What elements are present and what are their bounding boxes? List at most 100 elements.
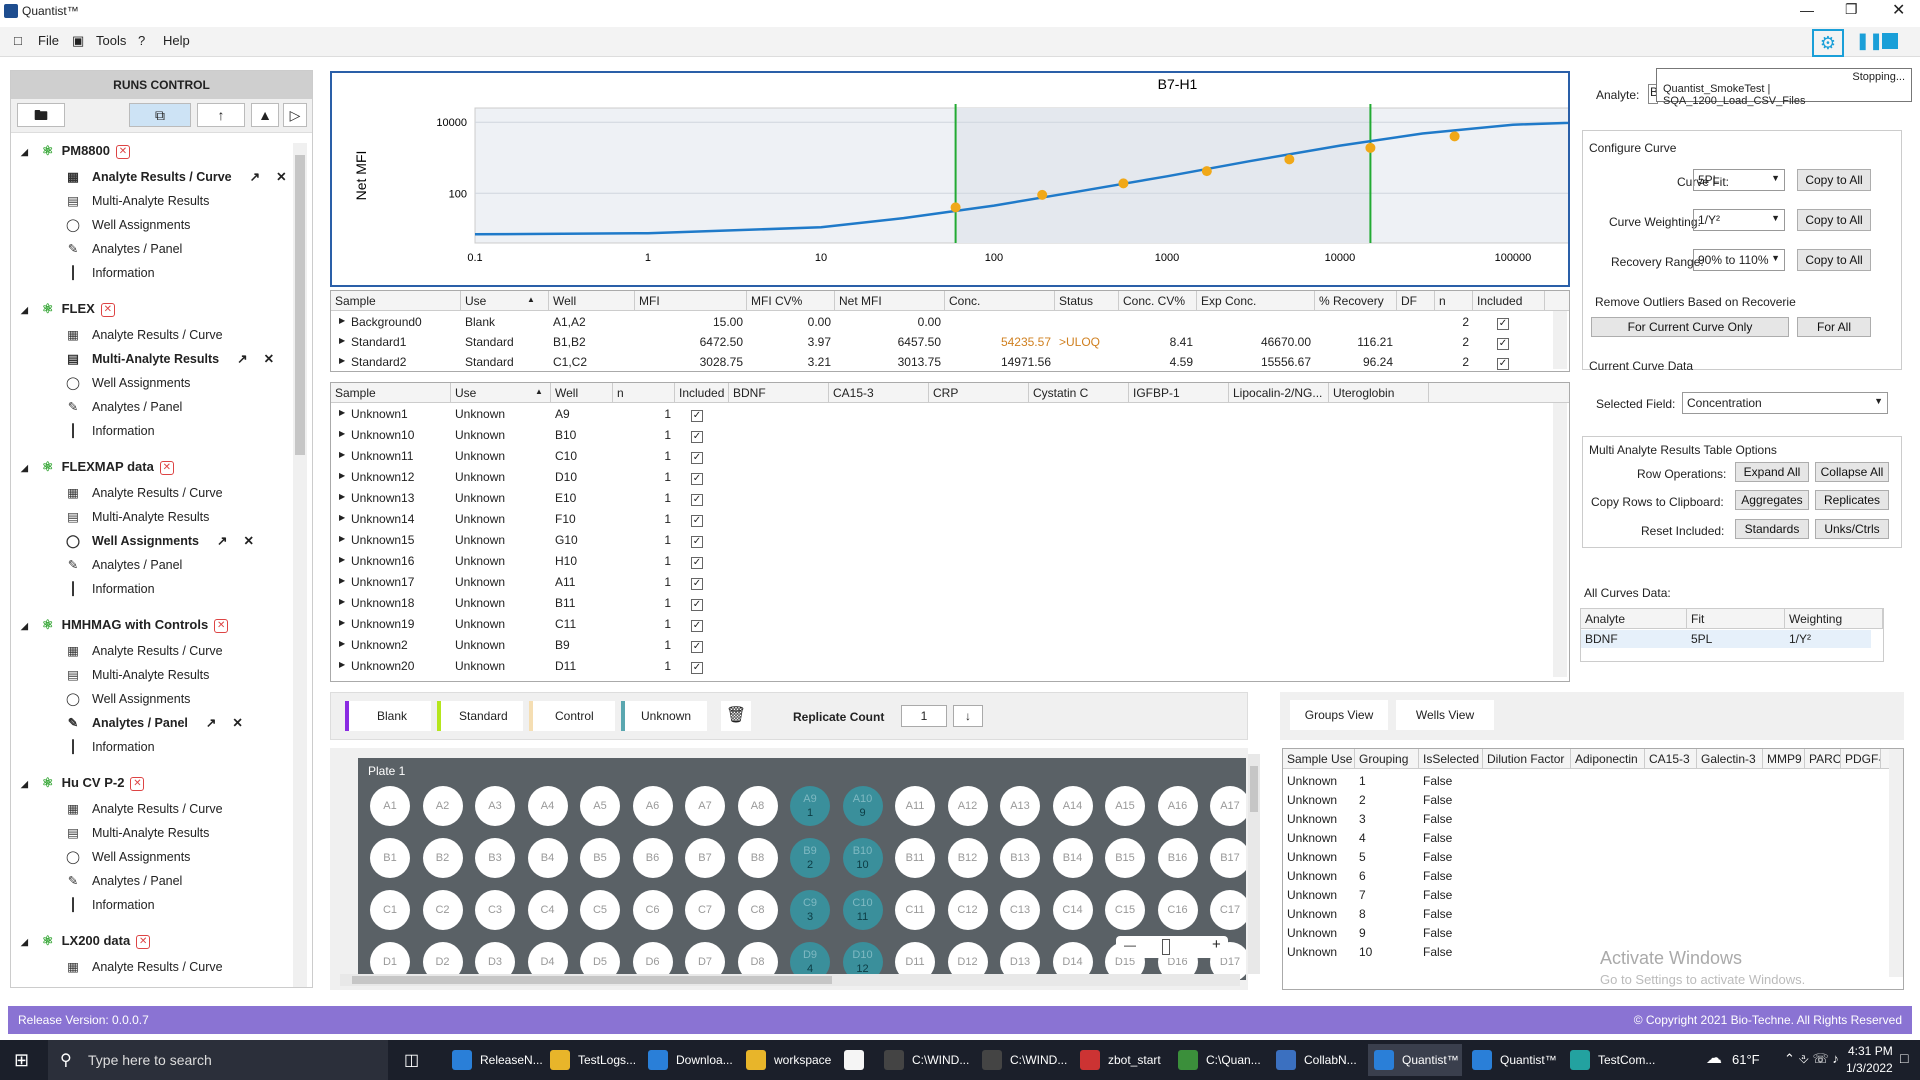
well-A9[interactable]: A9 1 — [790, 786, 830, 826]
zoom-out-icon[interactable]: — — [1124, 938, 1136, 952]
tree-item-info[interactable]: ┃ Information — [66, 263, 154, 283]
well-A7[interactable]: A7 — [685, 786, 725, 826]
column-header[interactable]: Use — [461, 291, 549, 311]
column-header[interactable]: IsSelected — [1419, 749, 1483, 769]
column-header[interactable]: Well — [549, 291, 635, 311]
well-B13[interactable]: B13 — [1000, 838, 1040, 878]
well-A5[interactable]: A5 — [580, 786, 620, 826]
close-project-icon[interactable]: ✕ — [100, 302, 115, 317]
expand-row-icon[interactable]: ▶ — [339, 429, 345, 438]
taskbar-app-8[interactable]: C:\Quan... — [1172, 1044, 1266, 1076]
taskbar-app-12[interactable]: TestCom... — [1564, 1044, 1658, 1076]
well-C11[interactable]: C11 — [895, 890, 935, 930]
start-icon[interactable]: ⊞ — [14, 1050, 29, 1071]
tray-icons[interactable]: ⌃ ⎀ ☏ ♪ — [1784, 1051, 1839, 1067]
well-A2[interactable]: A2 — [422, 786, 463, 826]
project-0[interactable]: ◢ ⚛ PM8800 ✕ — [21, 141, 130, 161]
taskbar-app-1[interactable]: TestLogs... — [544, 1044, 638, 1076]
expand-arrow-icon[interactable]: ◢ — [21, 147, 28, 157]
column-header[interactable]: Included — [1473, 291, 1545, 311]
well-C1[interactable]: C1 — [370, 890, 410, 930]
tree-item-info[interactable]: ┃ Information — [66, 421, 154, 441]
taskbar-app-3[interactable]: workspace — [740, 1044, 834, 1076]
close-project-icon[interactable]: ✕ — [116, 144, 130, 159]
column-header[interactable]: Lipocalin-2/NG... — [1229, 383, 1329, 403]
tree-item-pencil[interactable]: ✎ Analytes / Panel — [66, 239, 183, 259]
taskbar-app-4[interactable] — [838, 1044, 874, 1076]
tree-item-wells[interactable]: ◯ Well Assignments — [66, 215, 190, 235]
taskbar-app-2[interactable]: Downloa... — [642, 1044, 736, 1076]
tree-item-info[interactable]: ┃ Information — [66, 579, 154, 599]
close-tab-icon[interactable]: ✕ — [232, 716, 242, 730]
well-C17[interactable]: C17 — [1210, 890, 1246, 930]
column-header[interactable]: CA15-3 — [829, 383, 929, 403]
expand-arrow-icon[interactable]: ◢ — [21, 305, 28, 315]
included-checkbox[interactable]: ✓ — [691, 620, 703, 632]
taskbar-app-6[interactable]: C:\WIND... — [976, 1044, 1070, 1076]
expand-row-icon[interactable]: ▶ — [339, 597, 345, 606]
plate-vscroll[interactable] — [1248, 754, 1260, 974]
column-header[interactable]: Exp Conc. — [1197, 291, 1315, 311]
column-header[interactable]: DF — [1397, 291, 1435, 311]
tree-item-pencil[interactable]: ✎ Analytes / Panel — [66, 871, 183, 891]
well-C3[interactable]: C3 — [475, 890, 515, 930]
expand-row-icon[interactable]: ▶ — [339, 336, 345, 345]
column-header[interactable]: n — [613, 383, 675, 403]
minimize-icon[interactable]: — — [1800, 2, 1814, 18]
close-tab-icon[interactable]: ✕ — [276, 170, 286, 184]
well-A14[interactable]: A14 — [1052, 786, 1093, 826]
column-header[interactable]: Dilution Factor — [1483, 749, 1571, 769]
included-checkbox[interactable]: ✓ — [691, 452, 703, 464]
replicate-count-input[interactable]: 1 — [901, 705, 947, 727]
well-C9[interactable]: C9 3 — [790, 890, 830, 930]
standard-button[interactable]: Standard — [437, 701, 523, 731]
taskbar-app-0[interactable]: ReleaseN... — [446, 1044, 543, 1076]
expand-row-icon[interactable]: ▶ — [339, 576, 345, 585]
close-project-icon[interactable]: ✕ — [136, 934, 151, 949]
settings-gear-button[interactable]: ⚙ — [1812, 29, 1844, 57]
expand-all-button[interactable]: Expand All — [1735, 462, 1809, 482]
curves-row[interactable] — [1581, 630, 1871, 648]
zoom-handle[interactable] — [1162, 939, 1170, 955]
open-folder-icon[interactable]: 🖿 — [17, 103, 65, 127]
well-C10[interactable]: C10 11 — [842, 890, 883, 930]
well-B2[interactable]: B2 — [422, 838, 463, 878]
tree-item-multi-chart[interactable]: ▤ Multi-Analyte Results ↗ ✕ — [66, 349, 274, 369]
pop-out-icon[interactable]: ↗ — [250, 170, 260, 184]
tree-item-pencil[interactable]: ✎ Analytes / Panel — [66, 555, 183, 575]
well-B17[interactable]: B17 — [1210, 838, 1246, 878]
well-A15[interactable]: A15 — [1105, 786, 1145, 826]
collapse-all-button[interactable]: Collapse All — [1815, 462, 1889, 482]
expand-row-icon[interactable]: ▶ — [339, 471, 345, 480]
well-A10[interactable]: A10 9 — [842, 786, 883, 826]
tree-item-wells[interactable]: ◯ Well Assignments — [66, 689, 190, 709]
expand-arrow-icon[interactable]: ◢ — [21, 937, 28, 947]
column-header[interactable]: MFI — [635, 291, 747, 311]
well-B12[interactable]: B12 — [947, 838, 988, 878]
well-C7[interactable]: C7 — [685, 890, 725, 930]
expand-row-icon[interactable]: ▶ — [339, 316, 345, 325]
well-B7[interactable]: B7 — [685, 838, 725, 878]
pop-out-icon[interactable]: ↗ — [237, 352, 247, 366]
tree-item-wells[interactable]: ◯ Well Assignments — [66, 847, 190, 867]
expand-row-icon[interactable]: ▶ — [339, 513, 345, 522]
included-checkbox[interactable]: ✓ — [691, 662, 703, 674]
included-checkbox[interactable]: ✓ — [691, 515, 703, 527]
pop-out-icon[interactable]: ↗ — [206, 716, 216, 730]
close-icon[interactable]: ✕ — [1892, 0, 1905, 20]
column-header[interactable]: BDNF — [729, 383, 829, 403]
taskbar-search[interactable]: ⚲ Type here to search — [48, 1040, 388, 1080]
restore-icon[interactable]: ❐ — [1845, 1, 1858, 18]
replicates-button[interactable]: Replicates — [1815, 490, 1889, 510]
column-header[interactable]: Sample Use — [1283, 749, 1355, 769]
tree-item-multi-chart[interactable]: ▤ Multi-Analyte Results — [66, 191, 209, 211]
included-checkbox[interactable]: ✓ — [691, 536, 703, 548]
well-C2[interactable]: C2 — [422, 890, 463, 930]
close-tab-icon[interactable]: ✕ — [264, 352, 274, 366]
play-icon[interactable]: ▷ — [283, 103, 307, 127]
copy-run-icon[interactable]: ⧉ — [129, 103, 191, 127]
project-3[interactable]: ◢ ⚛ HMHMAG with Controls ✕ — [21, 615, 229, 635]
included-checkbox[interactable]: ✓ — [691, 557, 703, 569]
for-all-button[interactable]: For All — [1797, 317, 1871, 337]
expand-arrow-icon[interactable]: ◢ — [21, 621, 28, 631]
